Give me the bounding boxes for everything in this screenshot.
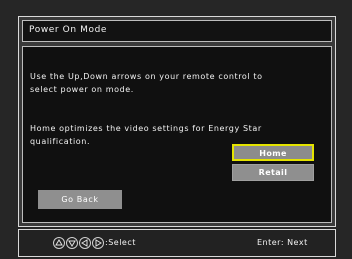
dialog-title: Power On Mode — [29, 25, 108, 35]
retail-option-button[interactable]: Retail — [232, 164, 314, 181]
go-back-button[interactable]: Go Back — [38, 190, 122, 209]
right-arrow-icon — [92, 237, 104, 249]
down-arrow-icon — [66, 237, 78, 249]
dialog-title-bar: Power On Mode — [22, 20, 332, 42]
up-arrow-icon — [53, 237, 65, 249]
energy-star-line-2: qualification. — [30, 137, 91, 146]
tv-screen: Power On Mode Use the Up,Down arrows on … — [0, 0, 352, 259]
home-option-button[interactable]: Home — [232, 144, 314, 161]
enter-next-hint-label: Enter: Next — [257, 238, 308, 247]
arrow-keys-hint — [53, 237, 104, 249]
instructions-text: Use the Up,Down arrows on your remote co… — [30, 70, 263, 96]
instructions-line-2: select power on mode. — [30, 85, 134, 94]
footer-hint-bar: :Select Enter: Next — [18, 229, 336, 257]
energy-star-text: Home optimizes the video settings for En… — [30, 122, 262, 148]
instructions-line-1: Use the Up,Down arrows on your remote co… — [30, 72, 263, 81]
left-arrow-icon — [79, 237, 91, 249]
select-hint-label: :Select — [105, 238, 136, 247]
energy-star-line-1: Home optimizes the video settings for En… — [30, 124, 262, 133]
